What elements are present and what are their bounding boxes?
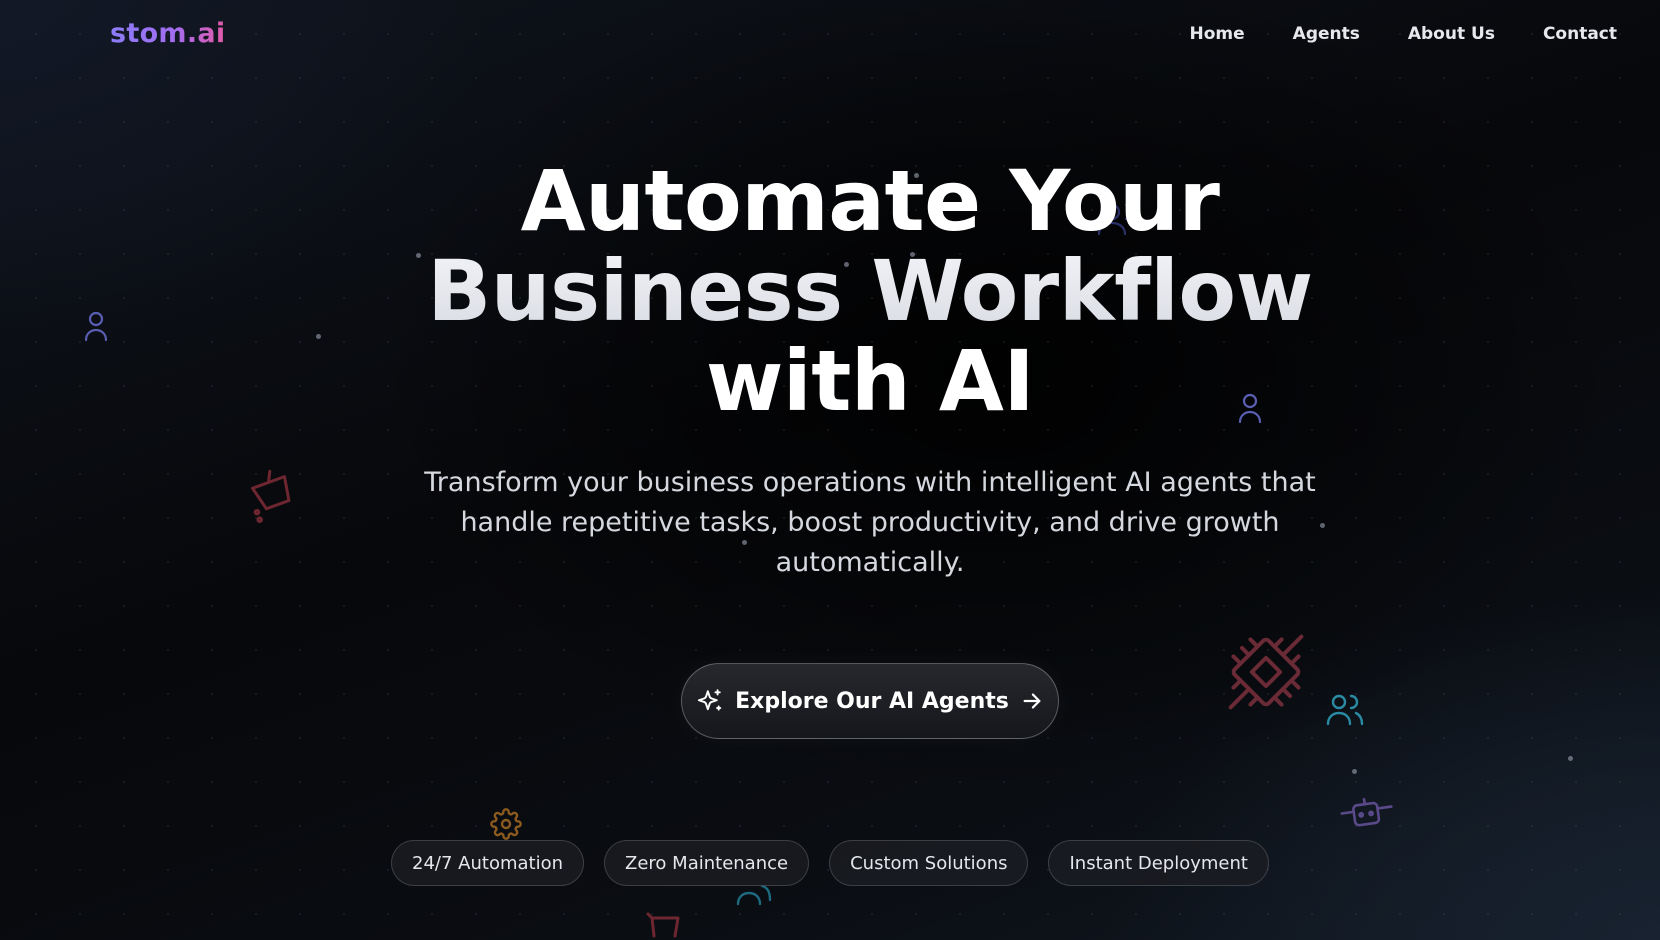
hero-subtitle: Transform your business operations with … (424, 467, 1316, 578)
feature-pill: Custom Solutions (829, 840, 1029, 886)
gear-icon (490, 808, 522, 840)
sparkles-icon (697, 689, 722, 711)
site-header: stom.ai Home Agents About Us Contact (0, 0, 1660, 72)
nav-home-link[interactable]: Home (1190, 24, 1245, 44)
explore-agents-label: Explore Our AI Agents (735, 688, 1009, 714)
nav-contact-link[interactable]: Contact (1543, 24, 1617, 44)
users-icon (1326, 694, 1364, 726)
cpu-chip-icon (1228, 634, 1304, 710)
bot-icon (1340, 797, 1393, 827)
feature-pills: 24/7 Automation Zero Maintenance Custom … (0, 840, 1660, 886)
nav-agents-link[interactable]: Agents (1293, 24, 1360, 44)
sparkle-dot (316, 334, 321, 339)
hero-title-line: Automate Your (520, 152, 1220, 250)
sparkle-dot (1352, 769, 1357, 774)
nav-about-link[interactable]: About Us (1408, 24, 1495, 44)
hero-title-line: Business Workflow (330, 246, 1410, 336)
logo[interactable]: stom.ai (110, 18, 226, 49)
feature-pill: Zero Maintenance (604, 840, 810, 886)
hero-title-line: with AI (705, 332, 1035, 430)
feature-pill: Instant Deployment (1048, 840, 1269, 886)
shopping-cart-icon (251, 469, 291, 523)
explore-agents-button[interactable]: Explore Our AI Agents (681, 663, 1059, 739)
arrow-right-icon (1023, 693, 1041, 709)
shopping-cart-icon (646, 912, 680, 938)
user-icon (84, 311, 108, 342)
main-nav: Home Agents About Us Contact (1142, 24, 1618, 44)
feature-pill: 24/7 Automation (391, 840, 585, 886)
landing-page: stom.ai Home Agents About Us Contact Aut… (0, 0, 1660, 940)
sparkle-dot (1568, 756, 1573, 761)
hero-title: Automate Your Business Workflow with AI (330, 156, 1410, 426)
